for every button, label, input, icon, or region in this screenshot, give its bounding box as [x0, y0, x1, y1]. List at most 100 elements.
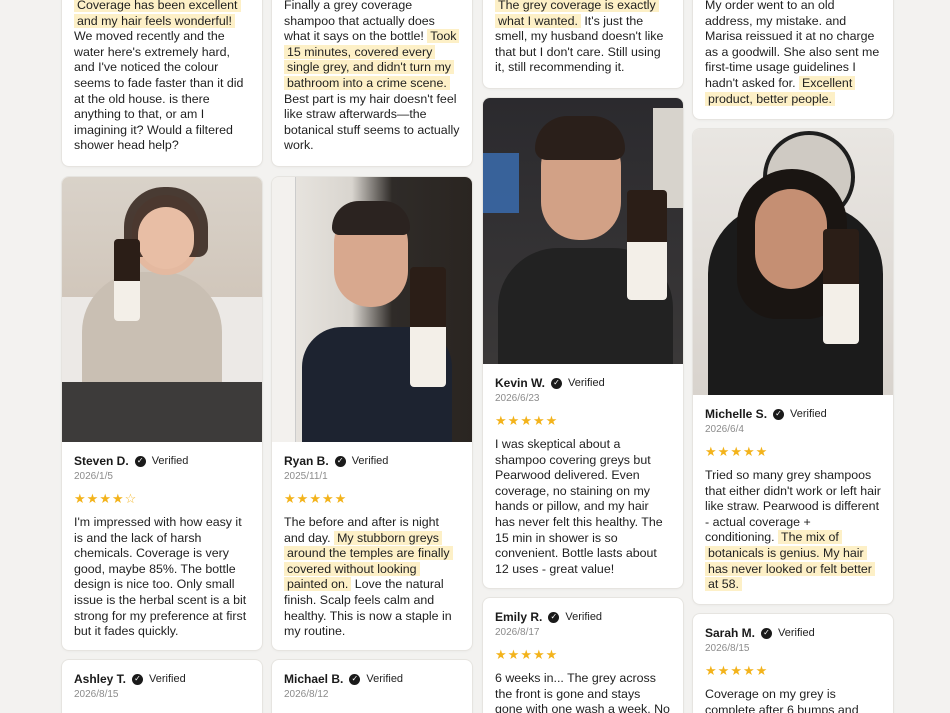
review-date: 2026/8/12	[284, 689, 329, 700]
verified-badge: Verified	[149, 673, 186, 685]
text-segment: Best part is my hair doesn't feel like s…	[284, 91, 460, 153]
check-circle-icon: ✓	[132, 673, 144, 685]
check-circle-icon: ✓	[349, 673, 361, 685]
review-card: Coverage has been excellent and my hair …	[62, 0, 262, 166]
review-text: The before and after is night and day. M…	[284, 515, 460, 640]
review-date: 2026/6/4	[705, 424, 744, 435]
star-filled-icon: ★	[284, 491, 297, 506]
check-circle-icon: ✓	[548, 611, 560, 623]
verified-badge: Verified	[778, 627, 815, 639]
star-filled-icon: ★	[545, 647, 559, 662]
verified-badge: Verified	[351, 455, 389, 467]
review-card: Kevin W. ✓ Verified 2026/6/23 ★★★★★ I wa…	[483, 98, 683, 588]
review-date: 2026/8/15	[705, 643, 750, 654]
star-filled-icon: ★	[717, 663, 731, 678]
review-card: Ashley T. ✓ Verified 2026/8/15	[62, 660, 262, 713]
star-filled-icon: ★	[705, 444, 718, 459]
reviewer-name: Kevin W.	[495, 376, 546, 390]
verified-badge: Verified	[565, 611, 603, 623]
review-text: 6 weeks in... The grey across the front …	[495, 671, 671, 713]
reviewer-name: Ryan B.	[284, 454, 329, 468]
star-filled-icon: ★	[520, 647, 533, 662]
verified-badge: Verified	[568, 377, 605, 389]
star-filled-icon: ★	[532, 647, 546, 662]
review-photo[interactable]	[693, 129, 893, 395]
product-bottle	[114, 239, 140, 321]
star-rating: ★★★★★	[495, 647, 671, 663]
text-segment: We moved recently and the water here's e…	[74, 29, 244, 153]
star-filled-icon: ★	[99, 491, 112, 506]
review-date: 2026/8/17	[495, 627, 540, 638]
star-filled-icon: ★	[755, 663, 769, 678]
reviewer-name: Michael B.	[284, 672, 344, 686]
review-date: 2026/6/23	[495, 393, 540, 404]
reviewer-name: Steven D.	[74, 454, 129, 468]
review-text: I'm impressed with how easy it is and th…	[74, 515, 250, 640]
text-segment: Coverage on my grey is complete after 6 …	[705, 687, 859, 713]
text-segment: I'm impressed with how easy it is and th…	[74, 515, 247, 639]
review-text: The grey coverage is exactly what I want…	[495, 0, 671, 76]
review-text: Finally a grey coverage shampoo that act…	[284, 0, 460, 154]
star-rating: ★★★★★	[705, 444, 881, 460]
star-filled-icon: ★	[742, 663, 756, 678]
review-card: The grey coverage is exactly what I want…	[483, 0, 683, 88]
product-bottle	[823, 229, 859, 344]
review-card: My order went to an old address, my mist…	[693, 0, 893, 119]
reviewer-name: Michelle S.	[705, 407, 768, 421]
star-filled-icon: ★	[730, 663, 743, 678]
verified-badge: Verified	[790, 408, 827, 420]
check-circle-icon: ✓	[761, 627, 773, 639]
star-filled-icon: ★	[507, 413, 521, 428]
review-text: I was skeptical about a shampoo covering…	[495, 437, 671, 577]
text-segment: Finally a grey coverage shampoo that act…	[284, 0, 435, 44]
review-card: Michelle S. ✓ Verified 2026/6/4 ★★★★★ Tr…	[693, 129, 893, 604]
review-photo[interactable]	[272, 177, 472, 442]
review-card: Emily R. ✓ Verified 2026/8/17 ★★★★★ 6 we…	[483, 598, 683, 713]
text-segment: 6 weeks in... The grey across the front …	[495, 671, 670, 713]
review-date: 2025/11/1	[284, 471, 328, 482]
review-text: Coverage on my grey is complete after 6 …	[705, 687, 881, 713]
star-filled-icon: ★	[321, 491, 335, 506]
review-card: Sarah M. ✓ Verified 2026/8/15 ★★★★★ Cove…	[693, 614, 893, 713]
verified-badge: Verified	[366, 673, 404, 685]
review-photo[interactable]	[62, 177, 262, 442]
star-filled-icon: ★	[111, 491, 125, 506]
review-card: Finally a grey coverage shampoo that act…	[272, 0, 472, 166]
reviewer-name: Ashley T.	[74, 672, 127, 686]
star-filled-icon: ★	[532, 413, 546, 428]
check-circle-icon: ✓	[334, 455, 346, 467]
product-bottle	[627, 190, 667, 300]
highlighted-text: Coverage has been excellent and my hair …	[74, 0, 241, 28]
star-filled-icon: ★	[755, 444, 769, 459]
star-filled-icon: ★	[520, 413, 533, 428]
star-filled-icon: ★	[296, 491, 310, 506]
review-date: 2026/1/5	[74, 471, 113, 482]
product-bottle	[410, 267, 446, 387]
star-filled-icon: ★	[334, 491, 348, 506]
verified-badge: Verified	[151, 455, 189, 467]
star-rating: ★★★★☆	[74, 491, 250, 507]
check-circle-icon: ✓	[134, 455, 146, 467]
review-date: 2026/8/15	[74, 689, 119, 700]
reviewer-name: Sarah M.	[705, 626, 756, 640]
reviewer-name: Emily R.	[495, 610, 543, 624]
star-rating: ★★★★★	[705, 663, 881, 679]
star-filled-icon: ★	[507, 647, 521, 662]
review-photo[interactable]	[483, 98, 683, 364]
star-filled-icon: ★	[545, 413, 559, 428]
star-filled-icon: ★	[74, 491, 87, 506]
review-card: Ryan B. ✓ Verified 2025/11/1 ★★★★★ The b…	[272, 177, 472, 650]
star-filled-icon: ★	[495, 413, 508, 428]
star-filled-icon: ★	[495, 647, 508, 662]
check-circle-icon: ✓	[773, 408, 785, 420]
star-filled-icon: ★	[309, 491, 322, 506]
review-card: Michael B. ✓ Verified 2026/8/12	[272, 660, 472, 713]
star-empty-icon: ☆	[124, 491, 138, 506]
star-filled-icon: ★	[86, 491, 100, 506]
review-text: My order went to an old address, my mist…	[705, 0, 881, 107]
review-text: Tried so many grey shampoos that either …	[705, 468, 881, 593]
star-filled-icon: ★	[705, 663, 718, 678]
star-rating: ★★★★★	[284, 491, 460, 507]
star-filled-icon: ★	[717, 444, 731, 459]
check-circle-icon: ✓	[551, 377, 563, 389]
